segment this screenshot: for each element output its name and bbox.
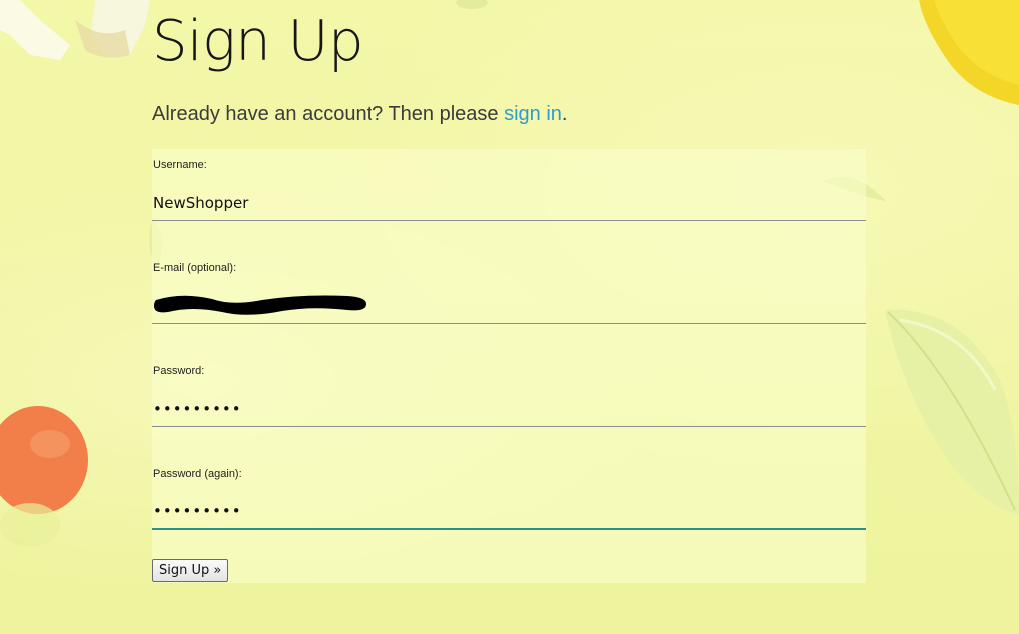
username-field: Username:: [152, 149, 866, 224]
signin-link[interactable]: sign in: [504, 103, 562, 125]
signin-prompt-period: .: [561, 103, 568, 125]
signin-prompt-text: Already have an account? Then please: [152, 103, 505, 125]
signup-button[interactable]: Sign Up »: [152, 559, 229, 582]
signin-prompt: Already have an account? Then please sig…: [152, 101, 567, 127]
tomato-decoration-icon: [0, 406, 88, 547]
password-again-input[interactable]: [152, 494, 866, 530]
leaf-decoration-icon: [456, 0, 488, 9]
napkin-decoration-icon: [0, 0, 150, 60]
lemon-decoration-icon: [919, 0, 1019, 105]
email-field: E-mail (optional):: [152, 252, 866, 327]
username-label: Username:: [153, 159, 207, 171]
password-label: Password:: [153, 365, 205, 377]
password-field: Password:: [152, 355, 866, 430]
password-again-field: Password (again):: [152, 458, 866, 533]
password-again-label: Password (again):: [153, 468, 242, 480]
redaction-mark: [154, 295, 366, 315]
email-label: E-mail (optional):: [153, 262, 237, 274]
leaf-decoration-icon: [885, 309, 1019, 515]
password-input[interactable]: [152, 391, 866, 427]
signup-form: Username: E-mail (optional): Password: P…: [152, 149, 866, 583]
page-title: Sign Up: [152, 9, 364, 74]
username-input[interactable]: [152, 185, 866, 221]
